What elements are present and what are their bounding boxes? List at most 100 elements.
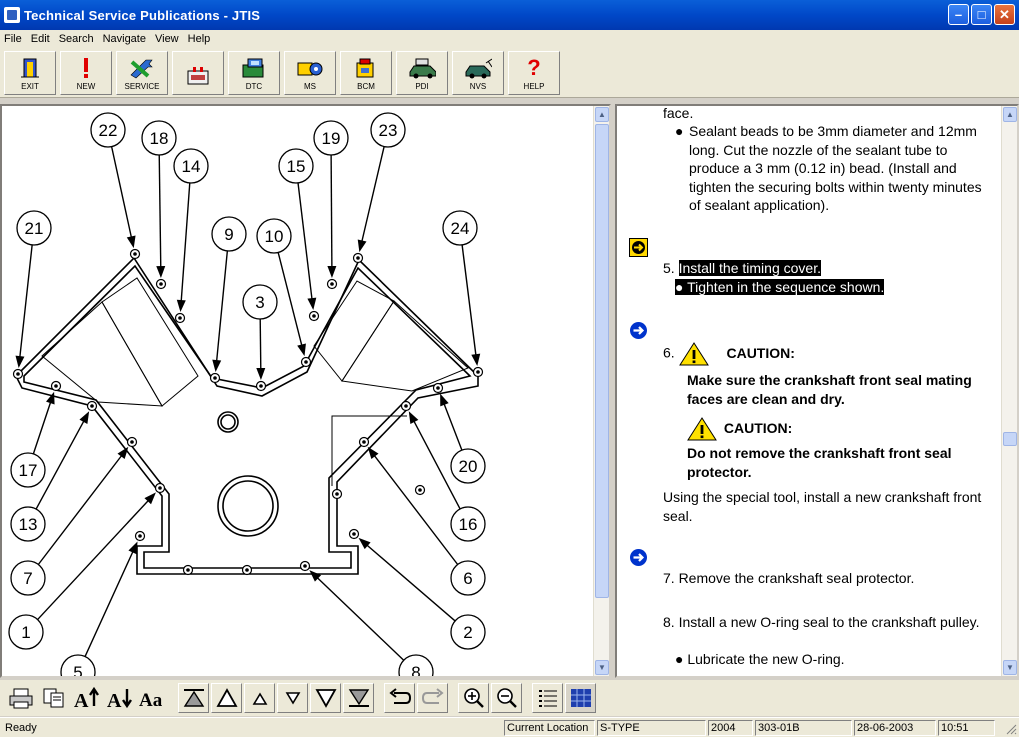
next-step-button[interactable] <box>277 683 308 713</box>
first-page-icon <box>183 689 204 707</box>
bolt-center <box>330 282 334 286</box>
bolt-center <box>418 488 422 492</box>
document-scrollbar[interactable]: ▲ ▼ <box>1001 106 1017 676</box>
first-page-button[interactable] <box>178 683 209 713</box>
step-7: 7. Remove the crankshaft seal protector. <box>663 570 915 586</box>
bolt-center <box>130 440 134 444</box>
scroll-up-icon[interactable]: ▲ <box>595 107 609 122</box>
bolt-center <box>312 314 316 318</box>
menu-bar: File Edit Search Navigate View Help <box>0 30 1019 48</box>
pdi-button[interactable]: PDI <box>396 51 448 95</box>
caution-warning-icon <box>687 417 717 441</box>
print-button[interactable] <box>5 683 36 713</box>
font-smaller-button[interactable]: A <box>104 683 135 713</box>
app-icon[interactable] <box>4 7 20 23</box>
previous-page-button[interactable] <box>211 683 242 713</box>
leader-line <box>364 542 456 622</box>
callout-label-20: 20 <box>459 457 478 476</box>
leader-line <box>18 244 33 361</box>
step-8-bullet-text: Lubricate the new O-ring. <box>687 651 845 667</box>
exit-door-icon <box>16 57 44 79</box>
callout-label-17: 17 <box>19 461 38 480</box>
callout-label-19: 19 <box>322 129 341 148</box>
menu-file[interactable]: File <box>4 33 22 45</box>
callout-label-22: 22 <box>99 121 118 140</box>
status-model: S-TYPE <box>597 720 706 736</box>
step-8: 8. Install a new O-ring seal to the cran… <box>663 614 980 630</box>
font-select-button[interactable]: Aa <box>137 683 168 713</box>
copy-button[interactable] <box>38 683 69 713</box>
sealant-bullet: ● Sealant beads to be 3mm diameter and 1… <box>675 122 995 215</box>
list-view-icon <box>538 690 557 707</box>
step-6: 6. CAUTION: <box>663 342 993 366</box>
leader-arrowhead <box>15 355 25 369</box>
leader-arrowhead <box>408 411 419 425</box>
current-step-arrow-icon[interactable] <box>629 238 648 257</box>
diagram-scrollbar[interactable]: ▲ ▼ <box>593 106 609 676</box>
diagram-scroll-thumb[interactable] <box>595 124 609 598</box>
step-arrow-icon[interactable] <box>629 321 648 340</box>
maximize-button[interactable]: □ <box>971 4 992 25</box>
caution-warning-icon <box>678 342 709 366</box>
minimize-button[interactable]: – <box>948 4 969 25</box>
step-arrow-icon[interactable] <box>629 548 648 567</box>
bolt-center <box>213 376 217 380</box>
callout-label-10: 10 <box>265 227 284 246</box>
last-page-button[interactable] <box>343 683 374 713</box>
nvs-button[interactable]: NVS <box>452 51 504 95</box>
bcm-button[interactable]: BCM <box>340 51 392 95</box>
scroll-down-icon[interactable]: ▼ <box>1003 660 1017 675</box>
menu-edit[interactable]: Edit <box>31 33 50 45</box>
step-6-text: Using the special tool, install a new cr… <box>663 489 982 524</box>
forward-button[interactable] <box>417 683 448 713</box>
ms-button[interactable]: MS <box>284 51 336 95</box>
callout-label-18: 18 <box>150 129 169 148</box>
close-button[interactable]: ✕ <box>994 4 1015 25</box>
bolt-center <box>356 256 360 260</box>
caution-label: CAUTION: <box>723 419 793 436</box>
previous-step-button[interactable] <box>244 683 275 713</box>
help-button[interactable]: ? HELP <box>508 51 560 95</box>
caution-1-text: Make sure the crankshaft front seal mati… <box>687 372 972 407</box>
menu-navigate[interactable]: Navigate <box>103 33 146 45</box>
callout-label-5: 5 <box>73 663 82 676</box>
resize-grip-icon[interactable] <box>1005 723 1017 735</box>
dtc-button[interactable]: DTC <box>228 51 280 95</box>
caution-2: CAUTION: <box>687 417 997 441</box>
leader-line <box>360 146 385 245</box>
step-5-bullet-text[interactable]: Tighten in the sequence shown. <box>687 279 884 295</box>
callout-label-8: 8 <box>411 663 420 676</box>
document-pane: face. ● Sealant beads to be 3mm diameter… <box>615 104 1019 678</box>
printer-icon <box>9 688 32 709</box>
engine-button[interactable] <box>172 51 224 95</box>
next-page-button[interactable] <box>310 683 341 713</box>
scroll-down-icon[interactable]: ▼ <box>595 660 609 675</box>
leader-line <box>84 548 135 657</box>
bolt-center <box>404 404 408 408</box>
document-scroll-thumb[interactable] <box>1003 432 1017 446</box>
exit-button[interactable]: EXIT <box>4 51 56 95</box>
menu-view[interactable]: View <box>155 33 179 45</box>
new-button[interactable]: NEW <box>60 51 112 95</box>
menu-search[interactable]: Search <box>59 33 94 45</box>
leader-arrowhead <box>307 297 317 311</box>
zoom-in-button[interactable] <box>458 683 489 713</box>
menu-help[interactable]: Help <box>188 33 211 45</box>
grid-view-button[interactable] <box>565 683 596 713</box>
status-ready: Ready <box>5 722 37 734</box>
back-button[interactable] <box>384 683 415 713</box>
list-view-button[interactable] <box>532 683 563 713</box>
zoom-out-button[interactable] <box>491 683 522 713</box>
step-5-text[interactable]: Install the timing cover. <box>678 260 821 276</box>
scroll-up-icon[interactable]: ▲ <box>1003 107 1017 122</box>
next-step-icon <box>285 692 300 705</box>
leader-arrowhead <box>327 265 337 279</box>
svg-text:Aa: Aa <box>139 690 163 710</box>
procedure-text: face. ● Sealant beads to be 3mm diameter… <box>617 106 1001 676</box>
service-button[interactable]: SERVICE <box>116 51 168 95</box>
wrench-icon <box>128 57 156 79</box>
leader-line <box>158 154 162 271</box>
font-larger-button[interactable]: A <box>71 683 102 713</box>
leader-arrowhead <box>212 359 222 373</box>
leader-arrowhead <box>156 265 166 279</box>
